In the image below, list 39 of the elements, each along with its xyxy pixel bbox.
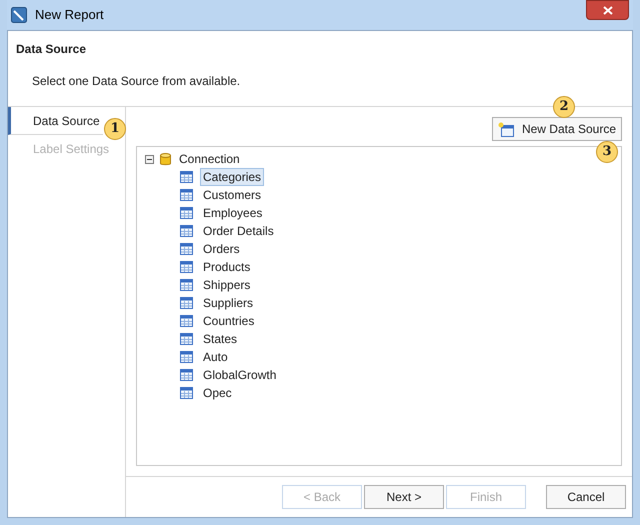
table-icon xyxy=(180,333,193,345)
window-title: New Report xyxy=(35,6,104,24)
close-icon xyxy=(602,6,612,14)
table-item[interactable]: Countries xyxy=(200,312,258,330)
page-title: Data Source xyxy=(16,41,88,58)
table-icon xyxy=(180,369,193,381)
table-icon xyxy=(180,171,193,183)
table-item[interactable]: Suppliers xyxy=(200,294,256,312)
table-item[interactable]: Categories xyxy=(200,168,264,186)
table-item[interactable]: Customers xyxy=(200,186,264,204)
table-item[interactable]: Order Details xyxy=(200,222,277,240)
table-item[interactable]: Auto xyxy=(200,348,231,366)
table-item[interactable]: GlobalGrowth xyxy=(200,366,280,384)
close-button[interactable] xyxy=(586,0,629,20)
table-item[interactable]: Opec xyxy=(200,384,235,402)
page-subtitle: Select one Data Source from available. xyxy=(31,73,242,90)
table-item[interactable]: Employees xyxy=(200,204,266,222)
new-data-source-button[interactable]: New Data Source xyxy=(492,117,622,141)
table-icon xyxy=(180,207,193,219)
step-tab[interactable]: Data Source xyxy=(8,107,103,135)
table-icon xyxy=(180,387,193,399)
table-icon xyxy=(180,189,193,201)
connection-label[interactable]: Connection xyxy=(179,150,240,168)
collapse-icon[interactable] xyxy=(145,154,154,164)
wizard-button[interactable]: Cancel xyxy=(546,485,626,509)
table-icon xyxy=(180,315,193,327)
table-item[interactable]: Orders xyxy=(200,240,243,258)
table-icon xyxy=(180,297,193,309)
table-icon xyxy=(180,261,193,273)
app-icon xyxy=(11,7,27,23)
table-item[interactable]: States xyxy=(200,330,240,348)
table-item[interactable]: Shippers xyxy=(200,276,254,294)
wizard-button[interactable]: Next > xyxy=(364,485,444,509)
table-icon xyxy=(180,351,193,363)
table-icon xyxy=(180,243,193,255)
table-icon xyxy=(180,225,193,237)
database-icon xyxy=(160,152,171,166)
table-item[interactable]: Products xyxy=(200,258,254,276)
table-icon xyxy=(180,279,193,291)
